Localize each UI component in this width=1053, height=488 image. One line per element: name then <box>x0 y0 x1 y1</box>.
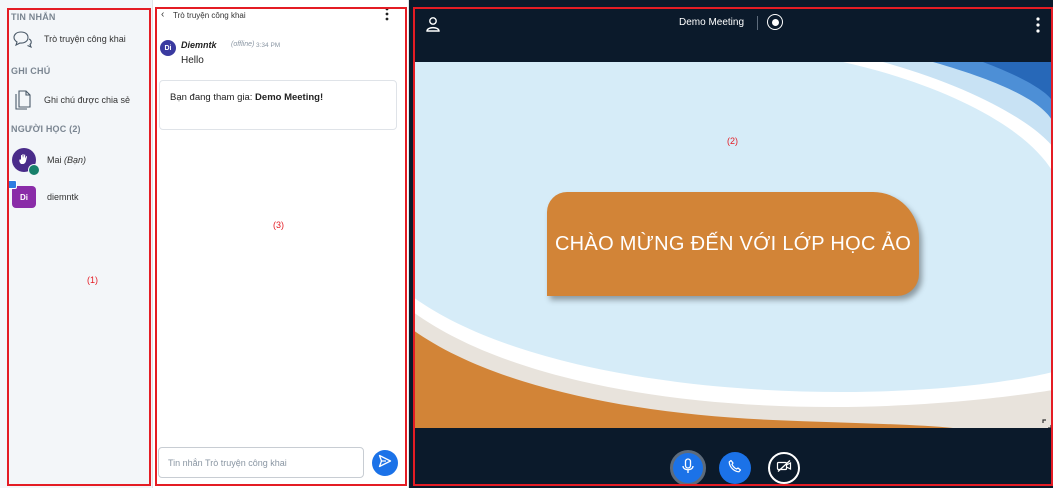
presentation-area: Demo Meeting CHÀO MỪNG ĐẾN VỚI LỚP HỌC Ả… <box>409 0 1053 488</box>
message-time: 3:34 PM <box>256 42 281 49</box>
chat-title: Trò truyện công khai <box>173 11 246 20</box>
annotation-label-3: (3) <box>273 220 284 230</box>
welcome-suffix: ! <box>319 92 324 103</box>
chevron-left-icon[interactable]: ‹ <box>161 9 164 20</box>
screen-badge-icon <box>6 180 17 189</box>
clock-badge-icon <box>28 164 40 176</box>
welcome-meeting-name: Demo Meeting <box>255 92 320 103</box>
message-text: Hello <box>181 55 204 66</box>
hand-icon <box>18 153 30 167</box>
user-item-mai[interactable]: Mai (Bạn) <box>12 146 87 176</box>
more-options-icon[interactable] <box>1035 16 1041 34</box>
divider <box>757 16 758 30</box>
avatar: Di <box>160 40 176 56</box>
avatar <box>12 148 40 176</box>
notes-section-title: GHI CHÚ <box>11 66 51 76</box>
chat-panel: ‹ Trò truyện công khai Di Diemntk (offli… <box>153 0 409 488</box>
send-icon <box>378 454 392 473</box>
more-options-icon[interactable] <box>382 6 392 22</box>
document-icon <box>12 89 34 111</box>
annotation-label-1: (1) <box>87 275 98 285</box>
user-name: Mai (Bạn) <box>47 155 87 165</box>
record-button[interactable] <box>767 14 783 30</box>
welcome-message: Bạn đang tham gia: Demo Meeting! <box>159 80 397 130</box>
message-author: Diemntk <box>181 40 217 50</box>
chat-message-input[interactable] <box>158 447 364 478</box>
slide-heading: CHÀO MỪNG ĐẾN VỚI LỚP HỌC ẢO <box>554 232 912 255</box>
sidebar-item-label: Ghi chú được chia sẻ <box>44 95 130 105</box>
messages-section-title: TIN NHẮN <box>11 12 56 22</box>
microphone-button[interactable] <box>670 450 706 486</box>
user-list-toggle-icon[interactable] <box>425 16 441 32</box>
camera-off-icon <box>776 459 792 478</box>
microphone-icon <box>681 457 695 479</box>
meeting-title: Demo Meeting <box>679 17 745 28</box>
avatar: Di <box>6 180 36 208</box>
send-button[interactable] <box>372 450 398 476</box>
sidebar: TIN NHẮN Trò truyện công khai GHI CHÚ Gh… <box>0 0 153 488</box>
audio-phone-button[interactable] <box>719 452 751 484</box>
camera-button[interactable] <box>768 452 800 484</box>
welcome-prefix: Bạn đang tham gia: <box>170 92 256 103</box>
record-icon <box>771 18 779 26</box>
user-item-diemntk[interactable]: Di diemntk <box>6 180 79 211</box>
sidebar-item-public-chat[interactable]: Trò truyện công khai <box>12 26 126 52</box>
slide-title-banner: CHÀO MỪNG ĐẾN VỚI LỚP HỌC ẢO <box>547 192 919 296</box>
user-name: diemntk <box>47 192 79 202</box>
avatar-initials: Di <box>20 192 28 202</box>
bottom-controls <box>409 428 1053 488</box>
sidebar-item-shared-notes[interactable]: Ghi chú được chia sẻ <box>12 87 130 113</box>
sidebar-item-label: Trò truyện công khai <box>44 34 126 44</box>
annotation-label-2: (2) <box>727 136 738 146</box>
fullscreen-icon[interactable] <box>1042 416 1052 428</box>
phone-icon <box>728 459 742 478</box>
users-section-title: NGƯỜI HỌC (2) <box>11 124 81 134</box>
top-bar: Demo Meeting <box>409 0 1053 48</box>
message-status: (offline) <box>231 41 255 48</box>
presentation-slide: CHÀO MỪNG ĐẾN VỚI LỚP HỌC ẢO <box>413 62 1053 428</box>
chat-icon <box>12 28 34 50</box>
